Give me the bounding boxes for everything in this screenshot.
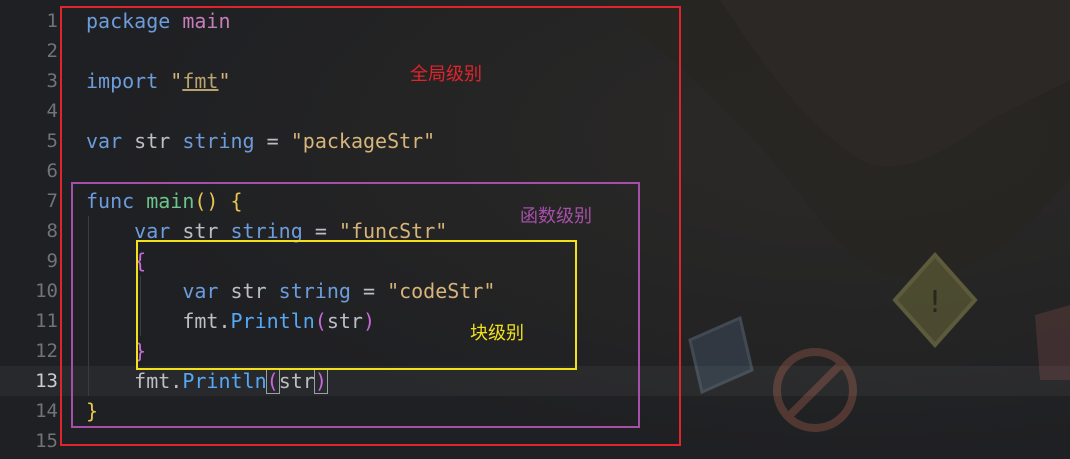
line-number: 8 [46,220,58,242]
block-scope-box [136,240,577,370]
line-number: 7 [46,190,58,212]
line-number: 15 [35,430,58,452]
line-number: 1 [46,10,58,32]
line-number: 5 [46,130,58,152]
line-number: 4 [46,100,58,122]
line-number: 14 [35,400,58,422]
line-number: 3 [46,70,58,92]
line-number: 2 [46,40,58,62]
line-number: 12 [35,340,58,362]
global-scope-label: 全局级别 [410,64,482,85]
line-number: 11 [35,310,58,332]
line-number-gutter[interactable]: 1 2 3 4 5 6 7 8 9 10 11 12 13 14 15 [0,6,62,456]
func-scope-label: 函数级别 [520,206,592,227]
line-number: 9 [46,250,58,272]
line-number: 6 [46,160,58,182]
svg-text:!: ! [929,285,941,320]
line-number: 10 [35,280,58,302]
line-number-active: 13 [35,370,58,392]
block-scope-label: 块级别 [470,323,524,344]
